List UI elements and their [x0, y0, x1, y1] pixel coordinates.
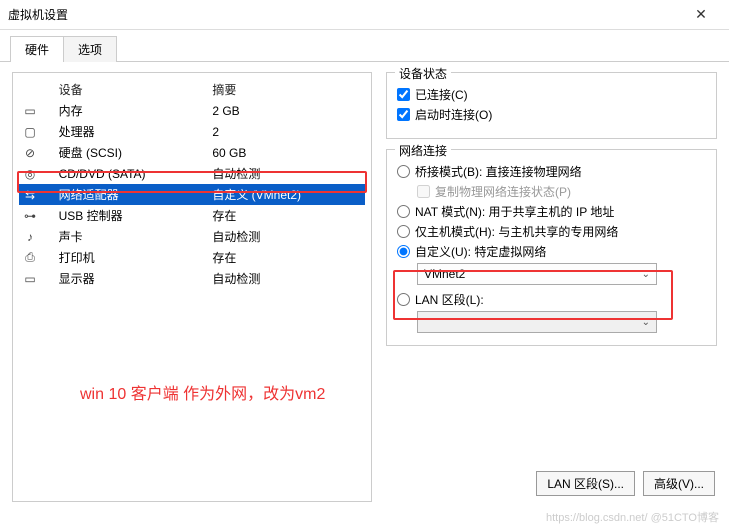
close-icon[interactable]: ✕: [681, 6, 721, 23]
network-icon: ⇆: [23, 188, 37, 202]
cpu-icon: ▢: [23, 125, 37, 139]
disk-icon: ⊘: [23, 146, 37, 160]
titlebar: 虚拟机设置 ✕: [0, 0, 729, 30]
tab-strip: 硬件 选项: [0, 30, 729, 62]
tab-options[interactable]: 选项: [63, 36, 117, 62]
nat-radio[interactable]: NAT 模式(N): 用于共享主机的 IP 地址: [397, 203, 706, 220]
hw-row-cpu[interactable]: ▢ 处理器 2: [19, 121, 365, 142]
hw-row-usb[interactable]: ⊶ USB 控制器 存在: [19, 205, 365, 226]
network-legend: 网络连接: [395, 142, 451, 159]
display-icon: ▭: [23, 272, 37, 286]
advanced-button[interactable]: 高级(V)...: [643, 471, 715, 496]
connect-poweron-checkbox[interactable]: 启动时连接(O): [397, 106, 706, 123]
hw-row-cddvd[interactable]: ◎ CD/DVD (SATA) 自动检测: [19, 163, 365, 184]
lan-segment-select: ⌄: [417, 311, 657, 333]
hw-row-display[interactable]: ▭ 显示器 自动检测: [19, 268, 365, 289]
bridged-radio[interactable]: 桥接模式(B): 直接连接物理网络: [397, 163, 706, 180]
device-status-legend: 设备状态: [395, 65, 451, 82]
cd-icon: ◎: [23, 167, 37, 181]
tab-hardware[interactable]: 硬件: [10, 36, 64, 62]
printer-icon: ⎙: [23, 250, 37, 265]
lan-segments-button[interactable]: LAN 区段(S)...: [536, 471, 635, 496]
device-status-group: 设备状态 已连接(C) 启动时连接(O): [386, 72, 717, 139]
custom-radio[interactable]: 自定义(U): 特定虚拟网络: [397, 243, 706, 260]
custom-network-select[interactable]: VMnet2 ⌄: [417, 263, 657, 285]
chevron-down-icon: ⌄: [642, 317, 650, 328]
hostonly-radio[interactable]: 仅主机模式(H): 与主机共享的专用网络: [397, 223, 706, 240]
hardware-list-panel: 设备 摘要 ▭ 内存 2 GB ▢ 处理器 2 ⊘ 硬盘 (SCSI) 60 G…: [12, 72, 372, 502]
hw-row-memory[interactable]: ▭ 内存 2 GB: [19, 100, 365, 121]
network-connection-group: 网络连接 桥接模式(B): 直接连接物理网络 复制物理网络连接状态(P) NAT…: [386, 149, 717, 346]
hw-row-disk[interactable]: ⊘ 硬盘 (SCSI) 60 GB: [19, 142, 365, 163]
window-title: 虚拟机设置: [8, 6, 681, 23]
hw-header: 设备 摘要: [19, 79, 365, 100]
annotation-text: win 10 客户端 作为外网，改为vm2: [80, 380, 325, 404]
replicate-checkbox: 复制物理网络连接状态(P): [417, 183, 706, 200]
memory-icon: ▭: [23, 104, 37, 118]
usb-icon: ⊶: [23, 209, 37, 223]
lan-segment-radio[interactable]: LAN 区段(L):: [397, 291, 706, 308]
hw-row-network[interactable]: ⇆ 网络适配器 自定义 (VMnet2): [19, 184, 365, 205]
hw-row-sound[interactable]: ♪ 声卡 自动检测: [19, 226, 365, 247]
watermark: https://blog.csdn.net/ @51CTO博客: [546, 509, 719, 525]
connected-checkbox[interactable]: 已连接(C): [397, 86, 706, 103]
hw-row-printer[interactable]: ⎙ 打印机 存在: [19, 247, 365, 268]
sound-icon: ♪: [23, 230, 37, 244]
chevron-down-icon: ⌄: [642, 269, 650, 280]
